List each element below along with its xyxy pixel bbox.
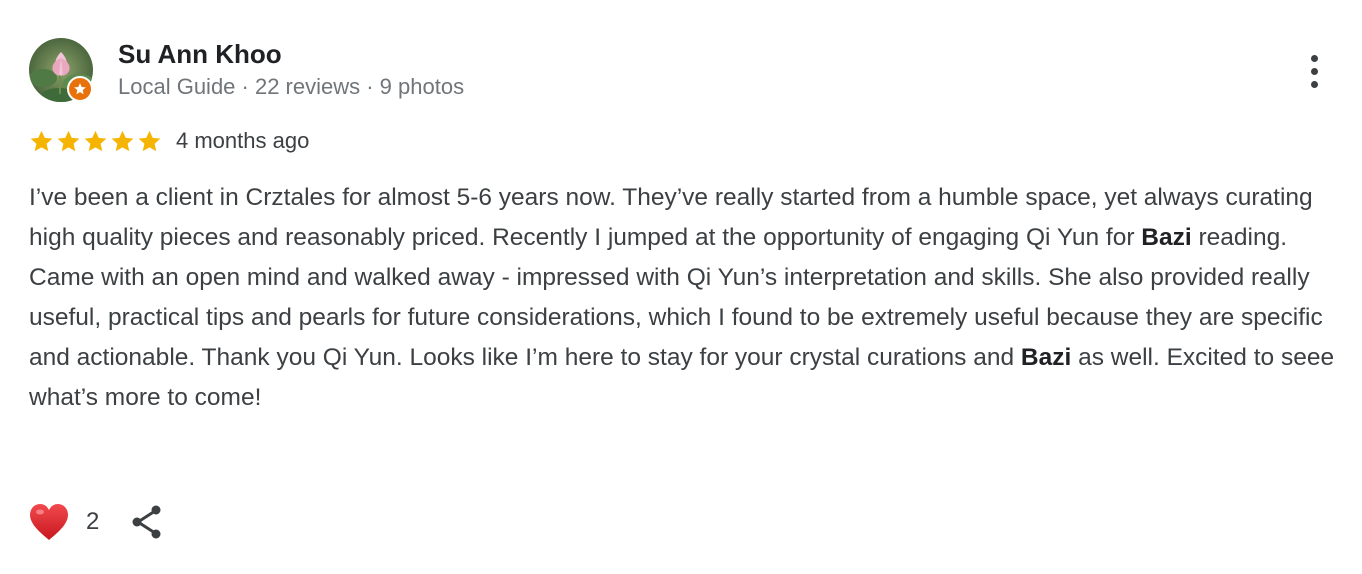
share-icon: [132, 505, 161, 539]
like-count: 2: [86, 508, 100, 535]
reviewer-meta[interactable]: Local Guide · 22 reviews · 9 photos: [118, 73, 464, 101]
more-vert-icon-dot: [1310, 80, 1318, 88]
share-button[interactable]: [127, 502, 167, 542]
review-text-bold: Bazi: [1141, 224, 1192, 251]
reviewer-name[interactable]: Su Ann Khoo: [118, 38, 282, 70]
review-card: Su Ann Khoo Local Guide · 22 reviews · 9…: [0, 0, 1362, 574]
like-button[interactable]: 2: [28, 502, 99, 542]
review-text-part: I’ve been a client in Crztales for almos…: [29, 184, 1313, 251]
star-icon: [30, 130, 53, 151]
rating-row: 4 months ago: [29, 126, 309, 156]
star-icon: [57, 130, 80, 151]
heart-icon: [30, 504, 68, 540]
more-options-button[interactable]: [1296, 49, 1332, 93]
reviewer-avatar[interactable]: [29, 38, 93, 102]
star-icon: [138, 130, 161, 151]
review-actions: 2: [28, 500, 167, 544]
review-text-bold: Bazi: [1020, 344, 1072, 371]
review-text: I’ve been a client in Crztales for almos…: [29, 178, 1344, 418]
local-guide-badge: [67, 76, 93, 102]
star-icon: [84, 130, 107, 151]
star-badge-icon: [74, 83, 86, 95]
more-vert-icon-dot: [1310, 67, 1318, 75]
star-icon: [111, 130, 134, 151]
more-vert-icon-dot: [1310, 54, 1318, 62]
review-date: 4 months ago: [176, 128, 310, 153]
star-rating: [29, 129, 162, 154]
